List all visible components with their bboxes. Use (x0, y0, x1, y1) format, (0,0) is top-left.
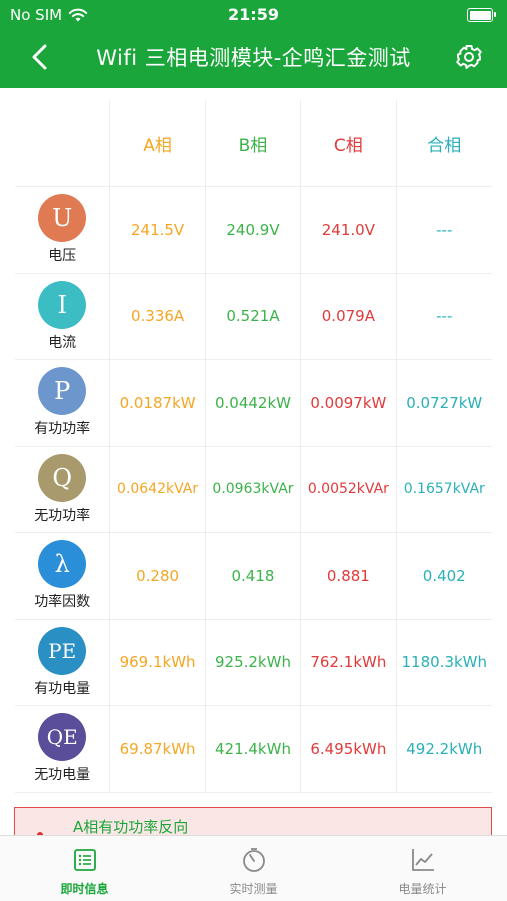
table-cell: 0.0052kVAr (301, 446, 397, 532)
table-cell: 0.418 (206, 533, 302, 619)
table-cell: 762.1kWh (301, 619, 397, 705)
quantity-symbol-icon: I (38, 280, 87, 329)
battery-icon (467, 8, 496, 22)
table-cell: 0.0642kVAr (110, 446, 206, 532)
table-cell: 925.2kWh (206, 619, 302, 705)
table-cell: 969.1kWh (110, 619, 206, 705)
status-time: 21:59 (228, 5, 279, 24)
quantity-symbol-icon: PE (38, 626, 87, 675)
table-cell: 0.0963kVAr (206, 446, 302, 532)
tab-bar: 即时信息 实时测量 电量统计 (0, 835, 507, 901)
alert-message: A相有功功率反向 (73, 818, 189, 836)
table-row: U 电压 241.5V 240.9V 241.0V --- (15, 187, 492, 274)
row-label: 功率因数 (34, 594, 91, 611)
table-cell: 0.336A (110, 273, 206, 359)
table-cell: 0.079A (301, 273, 397, 359)
table-cell: 0.0727kW (406, 393, 483, 412)
table-row: P 有功功率 0.0187kW 0.0442kW 0.0097kW 0.0727kW (15, 360, 492, 447)
status-bar: No SIM 21:59 (0, 0, 507, 30)
row-label-cell: λ 功率因数 (15, 533, 111, 619)
table-cell: 240.9V (206, 187, 302, 273)
quantity-symbol-icon: λ (38, 540, 87, 589)
quantity-symbol-icon: U (38, 194, 87, 243)
row-label-cell: I 电流 (15, 273, 111, 359)
table-cell: 241.5V (110, 187, 206, 273)
tab-item[interactable]: 电量统计 (338, 836, 507, 901)
table-cell: 0.521A (206, 273, 302, 359)
table-cell: 0.1657kVAr (403, 481, 485, 498)
quantity-symbol-icon: P (38, 367, 87, 416)
table-cell: --- (436, 220, 453, 239)
row-label-cell: PE 有功电量 (15, 619, 111, 705)
nav-bar: Wifi 三相电测模块-企鸣汇金测试 (0, 30, 507, 86)
table-corner (15, 100, 111, 186)
table-row: λ 功率因数 0.280 0.418 0.881 0.402 (15, 533, 492, 620)
column-header: A相 (110, 100, 206, 186)
app-header: No SIM 21:59 Wifi 三相电测模块-企鸣汇金测试 (0, 0, 507, 88)
table-cell: 6.495kWh (301, 706, 397, 792)
column-header: C相 (301, 100, 397, 186)
row-label: 电流 (48, 334, 77, 351)
gear-icon[interactable] (455, 43, 483, 71)
table-cell: --- (436, 307, 453, 326)
row-label-cell: P 有功功率 (15, 360, 111, 446)
row-label: 有功电量 (34, 680, 91, 697)
table-row: QE 无功电量 69.87kWh 421.4kWh 6.495kWh 492.2kWh (15, 706, 492, 793)
tab-label: 实时测量 (229, 882, 278, 896)
measurement-table: A相 B相 C相 合相 U 电压 241.5V 240.9V 241.0V --- I 电流 0.336… (15, 100, 492, 793)
column-header: B相 (206, 100, 302, 186)
table-cell: 0.0442kW (206, 360, 302, 446)
row-label-cell: QE 无功电量 (15, 706, 111, 792)
table-cell: 0.0097kW (301, 360, 397, 446)
tab-label: 电量统计 (398, 882, 447, 896)
tab-label: 即时信息 (60, 882, 109, 896)
row-label-cell: Q 无功功率 (15, 446, 111, 532)
chevron-left-icon[interactable] (26, 42, 56, 72)
tab-item[interactable]: 即时信息 (0, 836, 169, 901)
table-cell: 0.881 (301, 533, 397, 619)
row-label: 电压 (48, 248, 77, 265)
page-title: Wifi 三相电测模块-企鸣汇金测试 (96, 46, 411, 70)
table-cell: 0.402 (422, 566, 466, 585)
quantity-symbol-icon: Q (38, 453, 87, 502)
table-cell: 0.280 (110, 533, 206, 619)
line-chart-icon (411, 849, 434, 871)
quantity-symbol-icon: QE (38, 713, 87, 762)
table-cell: 69.87kWh (110, 706, 206, 792)
list-icon (73, 849, 96, 871)
table-cell: 421.4kWh (206, 706, 302, 792)
table-cell: 492.2kWh (406, 739, 483, 758)
stopwatch-icon (242, 848, 265, 872)
column-header: 合相 (427, 135, 462, 156)
tab-item[interactable]: 实时测量 (169, 836, 338, 901)
table-row: I 电流 0.336A 0.521A 0.079A --- (15, 273, 492, 360)
table-row: Q 无功功率 0.0642kVAr 0.0963kVAr 0.0052kVAr 0.165… (15, 446, 492, 533)
table-cell: 0.0187kW (110, 360, 206, 446)
row-label: 无功功率 (34, 507, 91, 524)
row-label: 无功电量 (34, 767, 91, 784)
table-row: PE 有功电量 969.1kWh 925.2kWh 762.1kWh 1180.3kWh (15, 619, 492, 706)
row-label: 有功功率 (34, 421, 91, 438)
row-label-cell: U 电压 (15, 187, 111, 273)
table-header-row: A相 B相 C相 合相 (15, 100, 492, 187)
table-cell: 241.0V (301, 187, 397, 273)
table-cell: 1180.3kWh (401, 653, 488, 672)
